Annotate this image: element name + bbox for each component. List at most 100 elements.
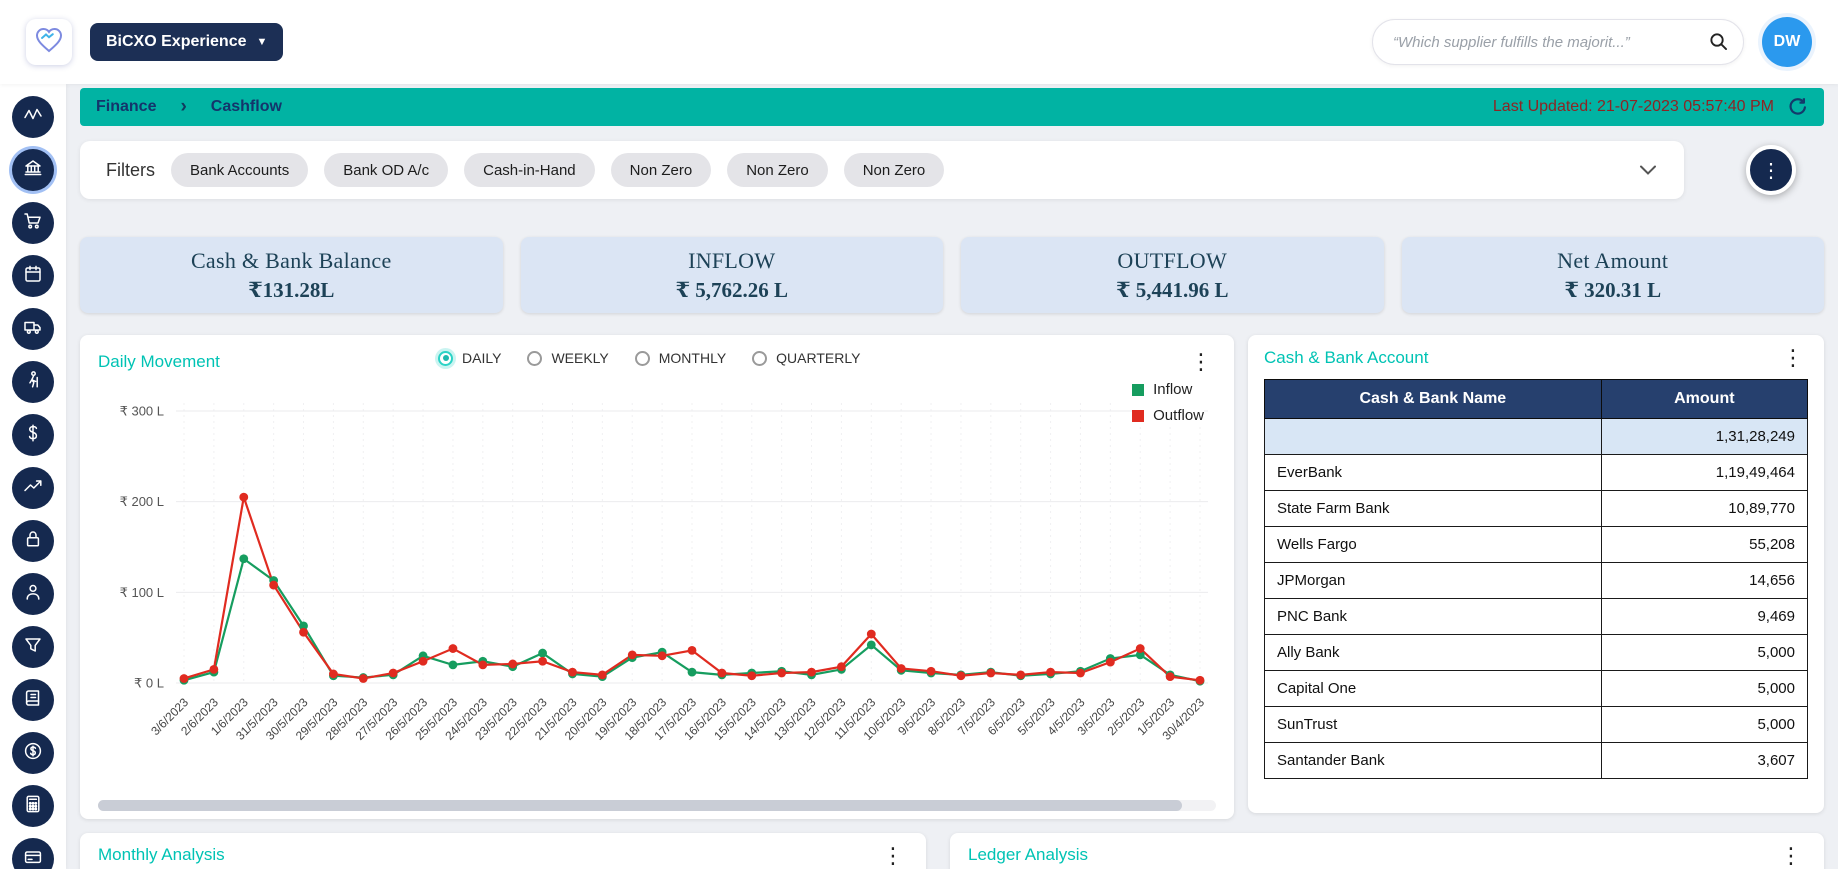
table-row[interactable]: PNC Bank 9,469 bbox=[1265, 599, 1808, 635]
bank-name-cell: EverBank bbox=[1265, 455, 1602, 491]
search-input[interactable] bbox=[1372, 19, 1744, 65]
sidebar-item-calculator[interactable] bbox=[12, 785, 54, 827]
table-row[interactable]: Ally Bank 5,000 bbox=[1265, 635, 1808, 671]
bank-name-cell: Ally Bank bbox=[1265, 635, 1602, 671]
legend-swatch bbox=[1132, 410, 1144, 422]
app-switcher-button[interactable]: BiCXO Experience ▼ bbox=[90, 23, 283, 61]
search-box bbox=[1372, 19, 1744, 65]
filter-chip-5[interactable]: Non Zero bbox=[844, 153, 945, 187]
column-header-name: Cash & Bank Name bbox=[1265, 380, 1602, 419]
kpi-net-amount: Net Amount ₹ 320.31 L bbox=[1402, 237, 1825, 313]
period-radio-weekly[interactable]: WEEKLY bbox=[527, 350, 608, 366]
bank-amount-cell: 14,656 bbox=[1601, 563, 1807, 599]
kpi-value: ₹ 5,762.26 L bbox=[675, 277, 788, 303]
ledger-kebab-icon[interactable]: ⋮ bbox=[1776, 845, 1806, 867]
table-row[interactable]: State Farm Bank 10,89,770 bbox=[1265, 491, 1808, 527]
table-row[interactable]: Santander Bank 3,607 bbox=[1265, 743, 1808, 779]
table-row[interactable]: JPMorgan 14,656 bbox=[1265, 563, 1808, 599]
bank-table-body: 1,31,28,249 EverBank 1,19,49,464 State F… bbox=[1265, 419, 1808, 779]
last-updated-text: Last Updated: 21-07-2023 05:57:40 PM bbox=[1493, 98, 1774, 116]
breadcrumb-finance[interactable]: Finance bbox=[96, 98, 156, 116]
legend-item-inflow[interactable]: Inflow bbox=[1132, 381, 1204, 398]
svg-text:₹ 0 L: ₹ 0 L bbox=[134, 676, 164, 691]
kebab-icon: ⋮ bbox=[1761, 158, 1781, 183]
main-content: Finance › Cashflow Last Updated: 21-07-2… bbox=[66, 84, 1838, 869]
column-header-amount: Amount bbox=[1601, 380, 1807, 419]
table-row[interactable]: EverBank 1,19,49,464 bbox=[1265, 455, 1808, 491]
bank-name-cell: PNC Bank bbox=[1265, 599, 1602, 635]
sidebar-item-user[interactable] bbox=[12, 573, 54, 615]
sidebar-item-calendar[interactable] bbox=[12, 255, 54, 297]
period-radio-quarterly[interactable]: QUARTERLY bbox=[752, 350, 860, 366]
cash-bank-account-card: Cash & Bank Account ⋮ Cash & Bank Name A… bbox=[1248, 335, 1824, 813]
hiker-icon bbox=[23, 370, 43, 395]
bottom-row: Monthly Analysis ⋮ Ledger Analysis ⋮ bbox=[80, 833, 1824, 869]
ledger-analysis-card: Ledger Analysis ⋮ bbox=[950, 833, 1824, 869]
period-radio-monthly[interactable]: MONTHLY bbox=[635, 350, 726, 366]
breadcrumb-cashflow[interactable]: Cashflow bbox=[211, 98, 282, 116]
credit-card-icon bbox=[23, 847, 43, 869]
legend-label: Outflow bbox=[1153, 407, 1204, 424]
bank-table: Cash & Bank Name Amount 1,31,28,249 Ever… bbox=[1264, 379, 1808, 779]
filter-chip-0[interactable]: Bank Accounts bbox=[171, 153, 308, 187]
sidebar-item-book[interactable] bbox=[12, 679, 54, 721]
sidebar-item-funnel[interactable] bbox=[12, 626, 54, 668]
sidebar-item-hiker[interactable] bbox=[12, 361, 54, 403]
kpi-outflow: OUTFLOW ₹ 5,441.96 L bbox=[961, 237, 1384, 313]
sidebar-item-bank[interactable] bbox=[12, 149, 54, 191]
content-row: Daily Movement DAILY WEEKLY MONTHLY QUAR… bbox=[80, 335, 1824, 819]
radio-label: DAILY bbox=[462, 350, 501, 366]
sidebar-item-dollar-circle[interactable] bbox=[12, 732, 54, 774]
sidebar-item-lock[interactable] bbox=[12, 520, 54, 562]
filter-chip-1[interactable]: Bank OD A/c bbox=[324, 153, 448, 187]
kpi-inflow: INFLOW ₹ 5,762.26 L bbox=[521, 237, 944, 313]
table-row[interactable]: SunTrust 5,000 bbox=[1265, 707, 1808, 743]
chart-area: ₹ 300 L₹ 200 L₹ 100 L₹ 0 L3/6/20232/6/20… bbox=[98, 385, 1216, 790]
app-logo[interactable] bbox=[26, 19, 72, 65]
sidebar-item-trending-up[interactable] bbox=[12, 467, 54, 509]
table-row[interactable]: Wells Fargo 55,208 bbox=[1265, 527, 1808, 563]
sidebar-item-credit-card[interactable] bbox=[12, 838, 54, 869]
period-options: DAILY WEEKLY MONTHLY QUARTERLY bbox=[438, 350, 860, 366]
chart-kebab-icon[interactable]: ⋮ bbox=[1186, 351, 1216, 373]
app-switcher-label: BiCXO Experience bbox=[106, 33, 247, 51]
radio-label: WEEKLY bbox=[551, 350, 608, 366]
filter-chip-3[interactable]: Non Zero bbox=[611, 153, 712, 187]
panel-title-daily-movement: Daily Movement bbox=[98, 352, 220, 372]
trending-up-icon bbox=[23, 476, 43, 501]
chart-scrollbar-track[interactable] bbox=[98, 800, 1216, 811]
breadcrumb-right: Last Updated: 21-07-2023 05:57:40 PM bbox=[1493, 96, 1808, 118]
svg-text:₹ 200 L: ₹ 200 L bbox=[120, 494, 164, 509]
funnel-icon bbox=[23, 635, 43, 660]
chart-scrollbar-thumb[interactable] bbox=[98, 800, 1182, 811]
sidebar-item-activity[interactable] bbox=[12, 96, 54, 138]
avatar[interactable]: DW bbox=[1762, 17, 1812, 67]
filter-chip-2[interactable]: Cash-in-Hand bbox=[464, 153, 595, 187]
table-kebab-icon[interactable]: ⋮ bbox=[1778, 347, 1808, 369]
legend-item-outflow[interactable]: Outflow bbox=[1132, 407, 1204, 424]
sidebar-item-truck[interactable] bbox=[12, 308, 54, 350]
radio-icon bbox=[635, 351, 650, 366]
panel-title-ledger-analysis: Ledger Analysis bbox=[968, 845, 1088, 865]
search-icon[interactable] bbox=[1708, 31, 1729, 57]
refresh-icon[interactable] bbox=[1786, 96, 1808, 118]
book-icon bbox=[23, 688, 43, 713]
monthly-kebab-icon[interactable]: ⋮ bbox=[878, 845, 908, 867]
filters-kebab-button[interactable]: ⋮ bbox=[1746, 145, 1796, 195]
filter-chip-4[interactable]: Non Zero bbox=[727, 153, 828, 187]
chevron-down-icon[interactable] bbox=[1638, 164, 1658, 176]
table-row[interactable]: Capital One 5,000 bbox=[1265, 671, 1808, 707]
filter-chips: Bank Accounts Bank OD A/c Cash-in-Hand Non … bbox=[171, 153, 944, 187]
bank-name-cell: State Farm Bank bbox=[1265, 491, 1602, 527]
user-icon bbox=[23, 582, 43, 607]
period-radio-daily[interactable]: DAILY bbox=[438, 350, 501, 366]
bank-name-cell: Santander Bank bbox=[1265, 743, 1602, 779]
radio-label: MONTHLY bbox=[659, 350, 726, 366]
panel-title-monthly-analysis: Monthly Analysis bbox=[98, 845, 225, 865]
activity-icon bbox=[23, 105, 43, 130]
sidebar-item-cart[interactable] bbox=[12, 202, 54, 244]
kpi-value: ₹131.28L bbox=[248, 277, 334, 303]
sidebar-item-dollar[interactable] bbox=[12, 414, 54, 456]
bank-icon bbox=[23, 158, 43, 183]
table-header-row: Cash & Bank Account ⋮ bbox=[1264, 347, 1808, 369]
